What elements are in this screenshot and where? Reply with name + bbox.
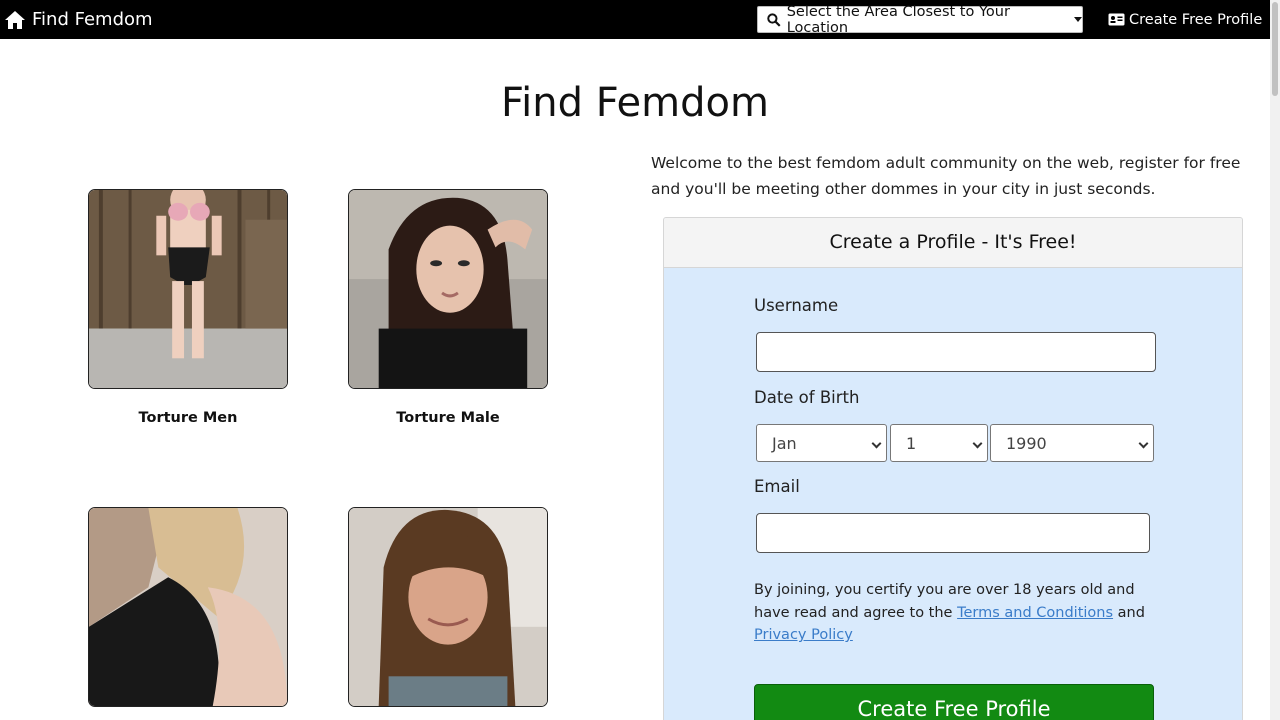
- profile-card[interactable]: [88, 507, 288, 720]
- terms-link[interactable]: Terms and Conditions: [957, 605, 1113, 621]
- terms-notice: By joining, you certify you are over 18 …: [754, 579, 1154, 647]
- profile-card[interactable]: Torture Male: [348, 189, 548, 426]
- username-input[interactable]: [756, 332, 1156, 372]
- chevron-down-icon: [972, 438, 983, 449]
- dob-label: Date of Birth: [754, 388, 860, 407]
- dob-day-select[interactable]: 1: [890, 424, 988, 462]
- scrollbar-thumb[interactable]: [1272, 2, 1278, 96]
- email-input[interactable]: [756, 513, 1150, 553]
- brand-link[interactable]: Find Femdom: [4, 0, 153, 39]
- profile-photo[interactable]: [348, 507, 548, 707]
- home-icon: [5, 10, 25, 29]
- nav-create-profile-label: Create Free Profile: [1129, 11, 1263, 28]
- profile-name[interactable]: Torture Men: [88, 410, 288, 426]
- create-profile-button[interactable]: Create Free Profile: [754, 684, 1154, 720]
- signup-panel: Create a Profile - It's Free! Username D…: [663, 217, 1243, 720]
- profile-name[interactable]: Torture Male: [348, 410, 548, 426]
- chevron-down-icon: [1138, 438, 1149, 449]
- page-scrollbar[interactable]: [1270, 0, 1280, 720]
- dob-year-select[interactable]: 1990: [990, 424, 1154, 462]
- username-label: Username: [754, 296, 839, 315]
- profile-photo[interactable]: [348, 189, 548, 389]
- id-card-icon: [1108, 13, 1125, 26]
- email-label: Email: [754, 477, 800, 496]
- dob-day-value: 1: [906, 433, 917, 453]
- nav-create-profile-link[interactable]: Create Free Profile: [1108, 0, 1262, 39]
- profile-photo[interactable]: [88, 507, 288, 707]
- caret-down-icon: [1074, 17, 1082, 22]
- privacy-link[interactable]: Privacy Policy: [754, 627, 853, 643]
- terms-and: and: [1117, 604, 1145, 621]
- profile-card[interactable]: [348, 507, 548, 720]
- dob-month-value: Jan: [772, 433, 797, 453]
- signup-panel-header: Create a Profile - It's Free!: [664, 218, 1242, 268]
- profile-card[interactable]: Torture Men: [88, 189, 288, 426]
- dob-month-select[interactable]: Jan: [756, 424, 887, 462]
- profile-photo[interactable]: [88, 189, 288, 389]
- dob-year-value: 1990: [1006, 433, 1047, 453]
- location-dropdown-button[interactable]: Select the Area Closest to Your Location: [757, 3, 1083, 36]
- top-navbar: Find Femdom Select the Area Closest to Y…: [0, 0, 1270, 39]
- location-button-label: Select the Area Closest to Your Location: [786, 3, 1010, 36]
- search-icon: [767, 12, 781, 27]
- welcome-text: Welcome to the best femdom adult communi…: [651, 154, 1241, 198]
- chevron-down-icon: [871, 438, 882, 449]
- page-title: Find Femdom: [501, 80, 769, 126]
- brand-label: Find Femdom: [32, 9, 153, 30]
